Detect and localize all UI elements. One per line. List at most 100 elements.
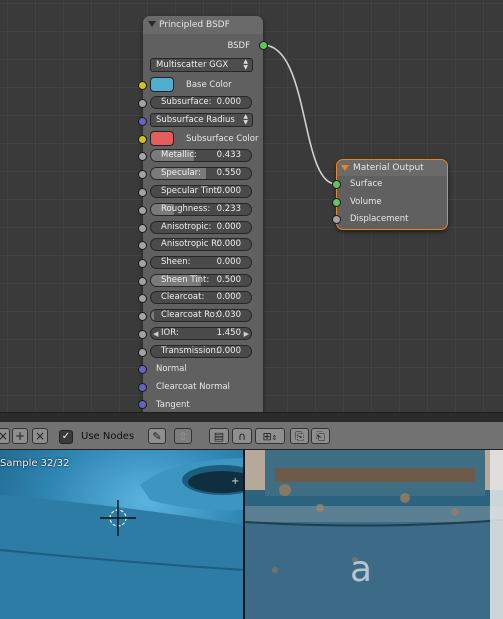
subsurface-socket[interactable] (138, 99, 147, 108)
subsurface-color-text: Subsurface Color (186, 134, 259, 144)
node-editor-toolbar: × + × ✓ Use Nodes ✎ ⇧ ▤ ∩ ⊞⇕ ⎘ ⎗ (0, 422, 503, 450)
subsurface-label: Subsurface: (161, 97, 212, 107)
reference-image-viewport[interactable]: a (245, 450, 503, 619)
chevron-updown-icon: ▲ ▼ (243, 113, 248, 126)
subsurface-radius-socket[interactable] (138, 117, 147, 126)
clearcoat-field[interactable]: Clearcoat: 0.000 (150, 291, 252, 304)
sheen-tint-value: 0.500 (216, 275, 241, 285)
sheen-socket[interactable] (138, 259, 147, 268)
specular-tint-label: Specular Tint: (161, 186, 220, 196)
anisotropic-socket[interactable] (138, 224, 147, 233)
increment-arrow-icon[interactable]: ▶ (244, 330, 249, 338)
use-nodes-label: Use Nodes (81, 431, 135, 442)
snap-element-icon: ⊞ (262, 430, 272, 443)
paste-button[interactable]: ⎗ (311, 428, 330, 444)
close-button[interactable]: × (0, 428, 10, 444)
base-color-socket[interactable] (138, 81, 147, 90)
pin-button[interactable]: ✎ (148, 428, 166, 444)
parent-icon: ⇧ (178, 430, 188, 443)
paste-icon: ⎗ (316, 430, 325, 443)
clearcoat-roughness-field[interactable]: Clearcoat Ro: 0.030 (150, 309, 252, 322)
svg-text:+: + (231, 476, 239, 487)
reference-photo (245, 450, 503, 619)
anisotropic-rotation-value: 0.000 (216, 239, 241, 249)
specular-field[interactable]: Specular: 0.550 (150, 167, 252, 180)
node-editor[interactable]: Principled BSDF BSDF Multiscatter GGX ▲ ▼… (0, 0, 503, 412)
use-nodes-checkbox[interactable]: ✓ (59, 430, 73, 444)
ior-field[interactable]: ◀ IOR: 1.450 ▶ (150, 327, 252, 340)
transmission-socket[interactable] (138, 348, 147, 357)
roughness-field[interactable]: Roughness: 0.233 (150, 203, 252, 216)
specular-label: Specular: (161, 168, 201, 178)
ior-socket[interactable] (138, 330, 147, 339)
anisotropic-field[interactable]: Anisotropic: 0.000 (150, 221, 252, 234)
normal-socket[interactable] (138, 365, 147, 374)
clearcoat-normal-label: Clearcoat Normal (156, 382, 230, 392)
specular-tint-socket[interactable] (138, 188, 147, 197)
decrement-arrow-icon[interactable]: ◀ (153, 330, 158, 338)
displacement-input: Displacement (350, 211, 408, 227)
tangent-socket[interactable] (138, 400, 147, 409)
base-color-swatch[interactable] (150, 77, 174, 92)
chevron-updown-icon: ▲ ▼ (243, 58, 248, 71)
reference-letter: a (350, 549, 373, 590)
normal-input: Normal (156, 361, 187, 377)
displacement-socket[interactable] (332, 215, 341, 224)
surface-socket[interactable] (332, 180, 341, 189)
collapse-icon[interactable] (148, 21, 156, 27)
anisotropic-rotation-socket[interactable] (138, 241, 147, 250)
render-layer-button[interactable]: ▤ (209, 428, 229, 444)
specular-tint-value: 0.000 (216, 186, 241, 196)
specular-tint-field[interactable]: Specular Tint: 0.000 (150, 185, 252, 198)
surface-label: Surface (350, 179, 383, 189)
snap-toggle-button[interactable]: ∩ (232, 428, 252, 444)
metallic-label: Metallic: (161, 150, 197, 160)
specular-socket[interactable] (138, 170, 147, 179)
collapse-icon[interactable] (341, 165, 349, 171)
node-header[interactable]: Principled BSDF (143, 16, 263, 34)
snap-element-dropdown[interactable]: ⊞⇕ (255, 428, 285, 444)
new-material-button[interactable]: + (12, 428, 28, 444)
distribution-dropdown[interactable]: Multiscatter GGX ▲ ▼ (150, 58, 253, 72)
subsurface-field[interactable]: Subsurface: 0.000 (150, 96, 252, 109)
copy-button[interactable]: ⎘ (290, 428, 309, 444)
sheen-label: Sheen: (161, 257, 191, 267)
sheen-tint-socket[interactable] (138, 277, 147, 286)
checkmark-icon: ✓ (61, 431, 71, 442)
parent-button[interactable]: ⇧ (174, 428, 192, 444)
tangent-label: Tangent (156, 400, 190, 410)
subsurface-method-dropdown[interactable]: Subsurface Radius ▲ ▼ (150, 113, 253, 127)
node-title: Material Output (353, 163, 424, 173)
subsurface-method-value: Subsurface Radius (156, 115, 235, 125)
sheen-field[interactable]: Sheen: 0.000 (150, 256, 252, 269)
clearcoat-normal-socket[interactable] (138, 383, 147, 392)
render-preview-image: + (0, 450, 244, 619)
surface-input: Surface (350, 176, 382, 192)
roughness-label: Roughness: (161, 204, 211, 214)
volume-socket[interactable] (332, 198, 341, 207)
transmission-field[interactable]: Transmission: 0.000 (150, 345, 252, 358)
node-header[interactable]: Material Output (337, 160, 447, 176)
sheen-value: 0.000 (216, 257, 241, 267)
metallic-socket[interactable] (138, 152, 147, 161)
render-sample-counter: Sample 32/32 (0, 458, 70, 469)
snap-icon: ∩ (237, 430, 247, 443)
anisotropic-rotation-field[interactable]: Anisotropic R: 0.000 (150, 238, 252, 251)
clearcoat-roughness-socket[interactable] (138, 312, 147, 321)
tangent-input: Tangent (156, 397, 190, 412)
subsurface-color-socket[interactable] (138, 135, 147, 144)
roughness-socket[interactable] (138, 206, 147, 215)
normal-label: Normal (156, 364, 187, 374)
base-color-label: Base Color (186, 77, 232, 93)
clearcoat-roughness-value: 0.030 (216, 310, 241, 320)
sheen-tint-field[interactable]: Sheen Tint: 0.500 (150, 274, 252, 287)
clearcoat-label: Clearcoat: (161, 292, 205, 302)
clearcoat-socket[interactable] (138, 294, 147, 303)
unlink-button[interactable]: × (32, 428, 48, 444)
metallic-field[interactable]: Metallic: 0.433 (150, 149, 252, 162)
bsdf-output-socket[interactable] (259, 41, 268, 50)
subsurface-color-swatch[interactable] (150, 131, 174, 146)
render-viewport[interactable]: + (0, 450, 244, 619)
copy-icon: ⎘ (295, 430, 304, 443)
sheen-tint-label: Sheen Tint: (161, 275, 210, 285)
